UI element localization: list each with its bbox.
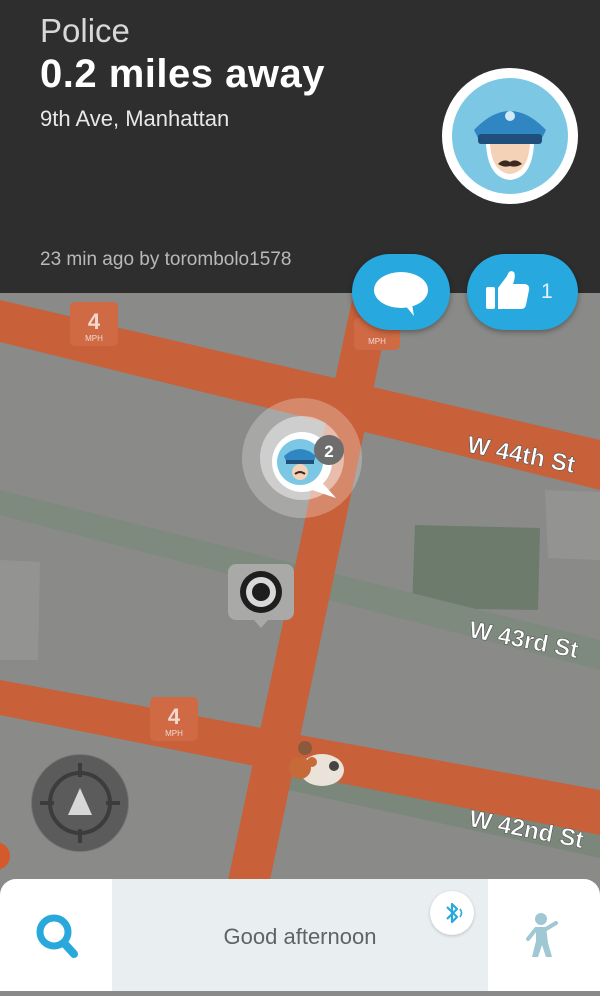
report-location: 9th Ave, Manhattan — [40, 106, 230, 131]
building-block — [545, 490, 600, 560]
comment-icon — [374, 272, 428, 316]
police-marker[interactable]: 2 — [242, 398, 362, 518]
recenter-button[interactable] — [32, 755, 128, 851]
comment-button[interactable] — [352, 254, 450, 330]
like-count: 1 — [541, 280, 553, 303]
walking-mode-button[interactable] — [488, 879, 600, 991]
report-header: Police 0.2 miles away 9th Ave, Manhattan… — [0, 0, 600, 293]
svg-text:MPH: MPH — [368, 337, 386, 346]
report-distance: 0.2 miles away — [40, 52, 325, 96]
bluetooth-button[interactable] — [430, 891, 474, 935]
bluetooth-icon — [446, 902, 463, 924]
police-avatar-icon — [452, 78, 568, 194]
svg-text:MPH: MPH — [165, 729, 183, 738]
walking-person-icon — [526, 913, 558, 957]
starbucks-icon[interactable] — [228, 564, 294, 628]
report-meta: 23 min ago by torombolo1578 — [40, 249, 292, 270]
svg-text:MPH: MPH — [85, 334, 103, 343]
svg-text:4: 4 — [168, 704, 181, 729]
park-block — [412, 525, 540, 610]
svg-text:4: 4 — [88, 309, 101, 334]
police-avatar — [442, 68, 578, 204]
thumbs-up-button[interactable]: 1 — [467, 254, 578, 330]
speed-limit-sign: 4 MPH — [70, 302, 118, 346]
search-button[interactable] — [0, 879, 112, 991]
bottom-bar: Good afternoon — [0, 879, 600, 991]
thumbs-up-icon — [486, 271, 530, 309]
building-block — [0, 560, 40, 660]
report-type: Police — [40, 12, 130, 49]
compass-icon — [40, 763, 120, 843]
greeting-area[interactable]: Good afternoon — [112, 879, 488, 991]
police-marker-count: 2 — [324, 442, 333, 461]
search-icon — [36, 914, 78, 958]
speed-limit-sign: 4 MPH — [150, 697, 198, 741]
